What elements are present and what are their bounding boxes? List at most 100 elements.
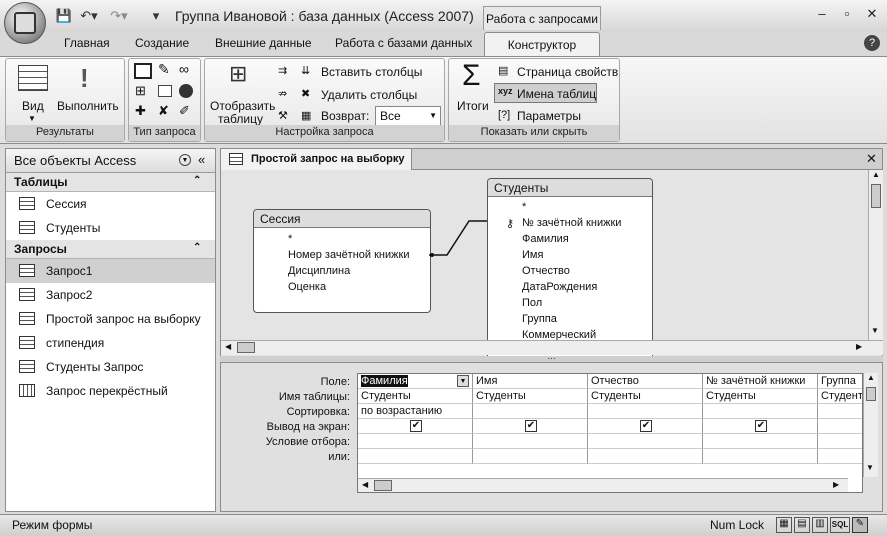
make-table-icon[interactable]: ✎ [158,61,170,78]
nav-dropdown-icon[interactable]: ▼ [179,154,191,166]
scroll-down-icon[interactable]: ▼ [866,463,874,472]
field-item[interactable]: Фамилия [522,233,569,245]
field-item[interactable]: Отчество [522,265,570,277]
nav-query-simple-select[interactable]: Простой запрос на выборку [6,307,215,331]
document-tab[interactable]: Простой запрос на выборку [220,148,412,170]
return-select[interactable]: Все ▼ [375,106,441,126]
field-item[interactable]: * [288,233,292,245]
run-button[interactable]: Выполнить [57,99,119,113]
delete-rows-icon[interactable]: ⇏ [278,87,287,100]
upper-vertical-scrollbar[interactable]: ▲ ▼ [868,170,883,340]
sql-view-button[interactable]: SQL [830,517,850,533]
field-item[interactable]: Пол [522,297,542,309]
grid-sort-cell[interactable] [703,404,818,419]
scroll-right-icon[interactable]: ▶ [856,342,862,351]
grid-criteria-cell[interactable] [818,434,862,449]
grid-or-cell[interactable] [588,449,703,464]
qat-customize-icon[interactable]: ▾ [150,7,162,25]
tab-home[interactable]: Главная [64,36,110,50]
field-item[interactable]: Группа [522,313,557,325]
grid-table-cell[interactable]: Студенты [358,389,473,404]
scroll-thumb[interactable] [866,387,876,401]
field-item[interactable]: Номер зачётной книжки [288,249,409,261]
tab-database-tools[interactable]: Работа с базами данных [335,36,472,50]
design-view-icon[interactable]: ✎ [852,517,868,533]
field-item[interactable]: Дисциплина [288,265,350,277]
scroll-thumb[interactable] [871,184,881,208]
grid-or-cell[interactable] [473,449,588,464]
nav-query-students[interactable]: Студенты Запрос [6,355,215,379]
grid-criteria-cell[interactable] [358,434,473,449]
show-checkbox[interactable]: ✔ [755,420,767,432]
grid-or-cell[interactable] [703,449,818,464]
grid-horizontal-scrollbar[interactable]: ◀ ▶ [358,478,848,492]
grid-or-cell[interactable] [358,449,473,464]
select-query-icon[interactable] [134,63,152,79]
scroll-thumb[interactable] [237,342,255,353]
pivotchart-view-icon[interactable]: ▥ [812,517,828,533]
field-item[interactable]: № зачётной книжки [522,217,621,229]
close-icon[interactable]: ✕ [861,6,883,26]
property-sheet-button[interactable]: Страница свойств [517,65,618,79]
grid-sort-cell[interactable] [818,404,862,419]
nav-header[interactable]: Все объекты Access ▼ « [6,149,215,173]
nav-query-1[interactable]: Запрос1 [6,259,215,283]
scroll-thumb[interactable] [374,480,392,491]
scroll-down-icon[interactable]: ▼ [871,326,879,335]
tab-create[interactable]: Создание [135,36,189,50]
nav-section-tables[interactable]: Таблицы ⌃ [6,173,215,192]
nav-query-2[interactable]: Запрос2 [6,283,215,307]
field-item[interactable]: * [522,201,526,213]
scroll-up-icon[interactable]: ▲ [864,373,878,382]
scroll-right-icon[interactable]: ▶ [833,480,839,489]
builder-icon[interactable]: ⚒ [278,109,288,122]
show-checkbox[interactable]: ✔ [410,420,422,432]
delete-columns-button[interactable]: Удалить столбцы [321,88,417,102]
maximize-icon[interactable]: ▫ [836,6,858,26]
grid-table-cell[interactable]: Студенты [473,389,588,404]
crosstab-icon[interactable] [158,85,172,97]
grid-sort-cell[interactable] [588,404,703,419]
redo-icon[interactable]: ↷▾ [108,7,130,25]
show-checkbox[interactable]: ✔ [640,420,652,432]
grid-or-cell[interactable] [818,449,862,464]
field-list-session[interactable]: Сессия * Номер зачётной книжки Дисциплин… [253,209,431,313]
grid-field-cell[interactable]: Фамилия ▼ [358,374,473,389]
show-checkbox[interactable]: ✔ [525,420,537,432]
field-item[interactable]: Имя [522,249,543,261]
insert-columns-button[interactable]: Вставить столбцы [321,65,422,79]
help-icon[interactable]: ? [864,35,880,51]
totals-button[interactable]: Итоги [457,99,489,113]
nav-query-stipend[interactable]: стипендия [6,331,215,355]
nav-table-session[interactable]: Сессия [6,192,215,216]
grid-criteria-cell[interactable] [703,434,818,449]
grid-table-cell[interactable]: Студент [818,389,862,404]
grid-table-cell[interactable]: Студенты [703,389,818,404]
update-icon[interactable]: ✚ [135,103,146,119]
data-definition-icon[interactable]: ✐ [179,103,190,119]
append-icon[interactable]: ⊞ [135,83,146,99]
field-item[interactable]: ДатаРождения [522,281,597,293]
pivottable-view-icon[interactable]: ▤ [794,517,810,533]
nav-table-students[interactable]: Студенты [6,216,215,240]
upper-horizontal-scrollbar[interactable]: ◀ ▶ [221,340,883,355]
grid-criteria-cell[interactable] [473,434,588,449]
close-document-icon[interactable]: ✕ [866,151,877,167]
scroll-left-icon[interactable]: ◀ [225,342,231,351]
insert-rows-icon[interactable]: ⇉ [278,64,287,77]
delete-query-icon[interactable]: ✘ [158,103,169,119]
field-item[interactable]: Оценка [288,281,326,293]
grid-table-cell[interactable]: Студенты [588,389,703,404]
office-button[interactable] [4,2,46,44]
scroll-left-icon[interactable]: ◀ [362,480,368,489]
minimize-icon[interactable]: – [811,6,833,26]
tab-external-data[interactable]: Внешние данные [215,36,312,50]
grid-field-cell[interactable]: Группа [818,374,862,389]
datasheet-view-icon[interactable]: ▦ [776,517,792,533]
field-list-students[interactable]: Студенты * ⚷ № зачётной книжки Фамилия И… [487,178,653,356]
grid-field-cell[interactable]: Отчество [588,374,703,389]
grid-sort-cell[interactable]: по возрастанию [358,404,473,419]
grid-field-cell[interactable]: № зачётной книжки [703,374,818,389]
nav-collapse-icon[interactable]: « [198,152,205,167]
chevron-down-icon[interactable]: ▼ [457,375,469,387]
